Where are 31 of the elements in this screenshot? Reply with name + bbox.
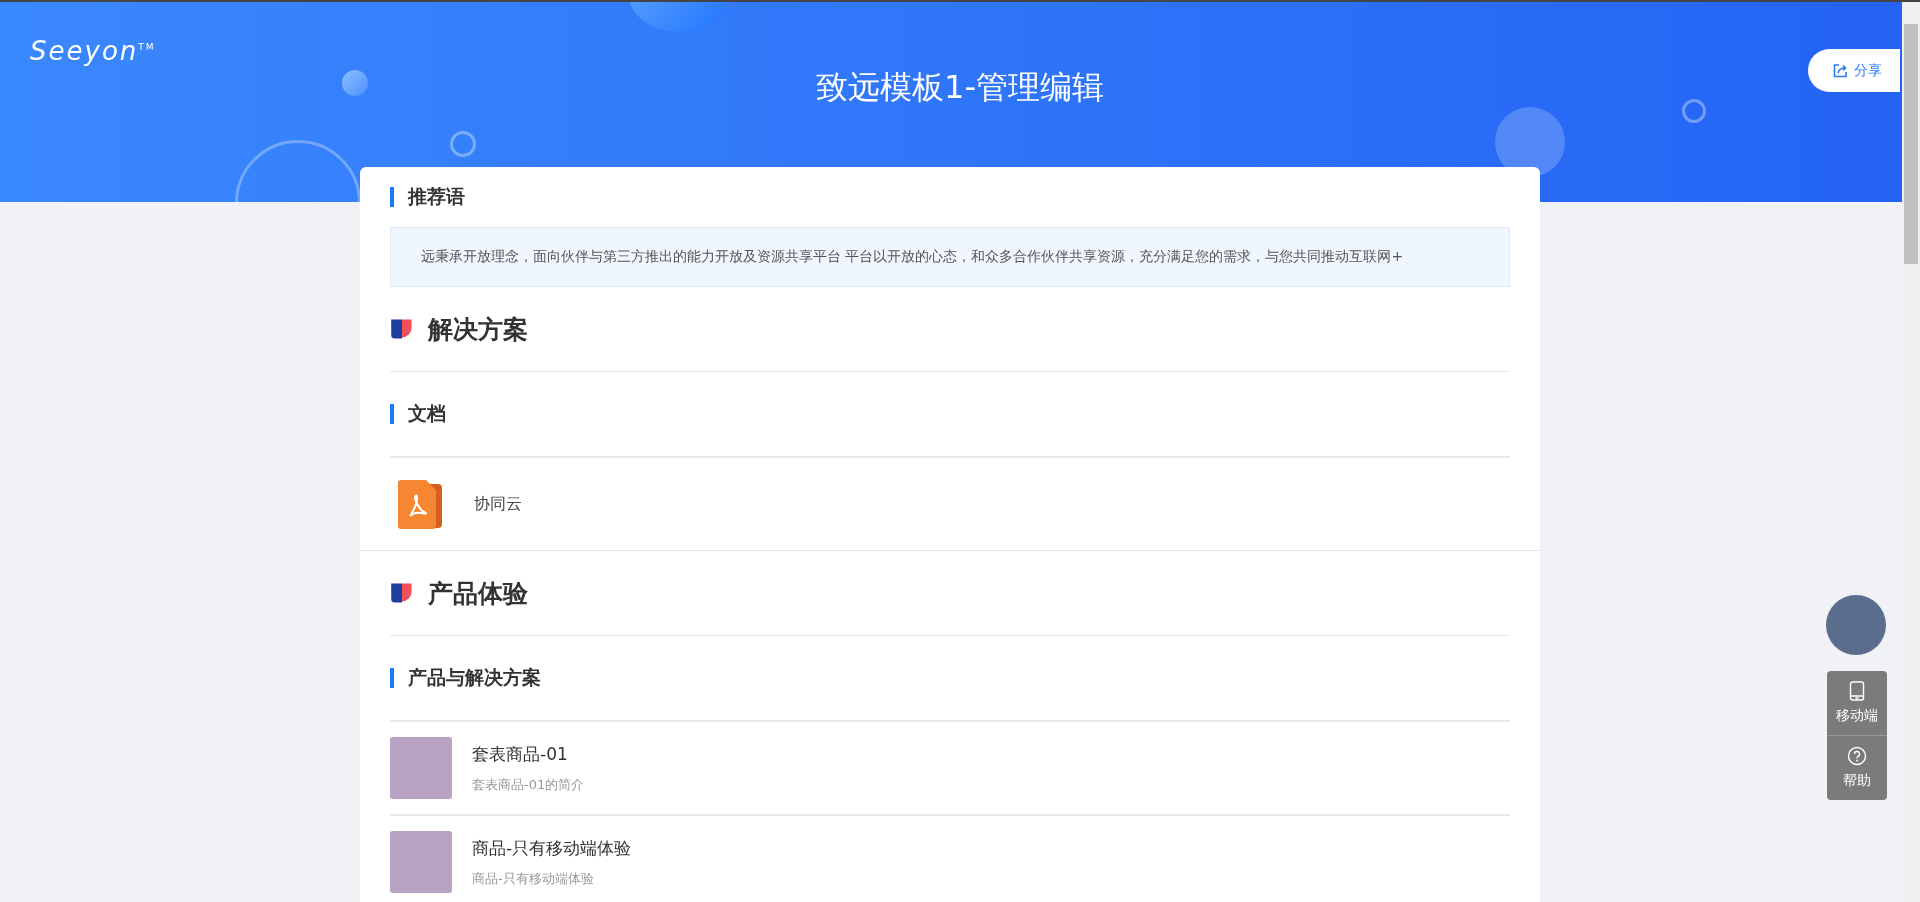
phone-icon bbox=[1849, 681, 1865, 701]
share-button[interactable]: 分享 bbox=[1808, 49, 1900, 92]
product-intro: 商品-只有移动端体验 bbox=[472, 869, 595, 888]
product-name: 套表商品-01 bbox=[472, 742, 569, 766]
accent-bar bbox=[390, 668, 394, 688]
section-icon bbox=[390, 317, 414, 341]
section-title: 文档 bbox=[408, 401, 446, 426]
photo-placeholder bbox=[390, 737, 452, 799]
share-icon bbox=[1832, 62, 1848, 79]
document-item[interactable]: 协同云 bbox=[390, 458, 1510, 550]
photo-placeholder bbox=[390, 831, 452, 893]
logo: Seeyon$^{TM}$ bbox=[30, 36, 156, 66]
group-title: 解决方案 bbox=[428, 313, 528, 346]
scrollbar-thumb[interactable] bbox=[1904, 24, 1918, 264]
accent-bar bbox=[390, 187, 394, 207]
product-name: 商品-只有移动端体验 bbox=[472, 836, 632, 860]
scrollbar[interactable] bbox=[1902, 2, 1920, 902]
float-menu-button[interactable]: 移动端 bbox=[1827, 671, 1887, 735]
avatar[interactable] bbox=[1826, 595, 1886, 655]
section-icon bbox=[390, 581, 414, 605]
page-title: 致远模板1-管理编辑 bbox=[816, 67, 1104, 108]
product-item[interactable]: 套表商品-01 套表商品-01的简介 bbox=[390, 722, 1510, 814]
recommendation-text: 远秉承开放理念，面向伙伴与第三方推出的能力开放及资源共享平台 平台以开放的心态，和众多合作伙伴共享资源，充分满足您的需求，与您共同推动互联网+ bbox=[390, 227, 1510, 287]
help-icon bbox=[1847, 746, 1867, 766]
section-title: 推荐语 bbox=[408, 184, 465, 209]
group-title: 产品体验 bbox=[428, 577, 528, 610]
float-menu-button[interactable]: 帮助 bbox=[1827, 735, 1887, 800]
section-title: 产品与解决方案 bbox=[408, 665, 541, 690]
product-item[interactable]: 商品-只有移动端体验 商品-只有移动端体验 bbox=[390, 814, 1510, 902]
product-intro: 套表商品-01的简介 bbox=[472, 775, 585, 794]
accent-bar bbox=[390, 404, 394, 424]
